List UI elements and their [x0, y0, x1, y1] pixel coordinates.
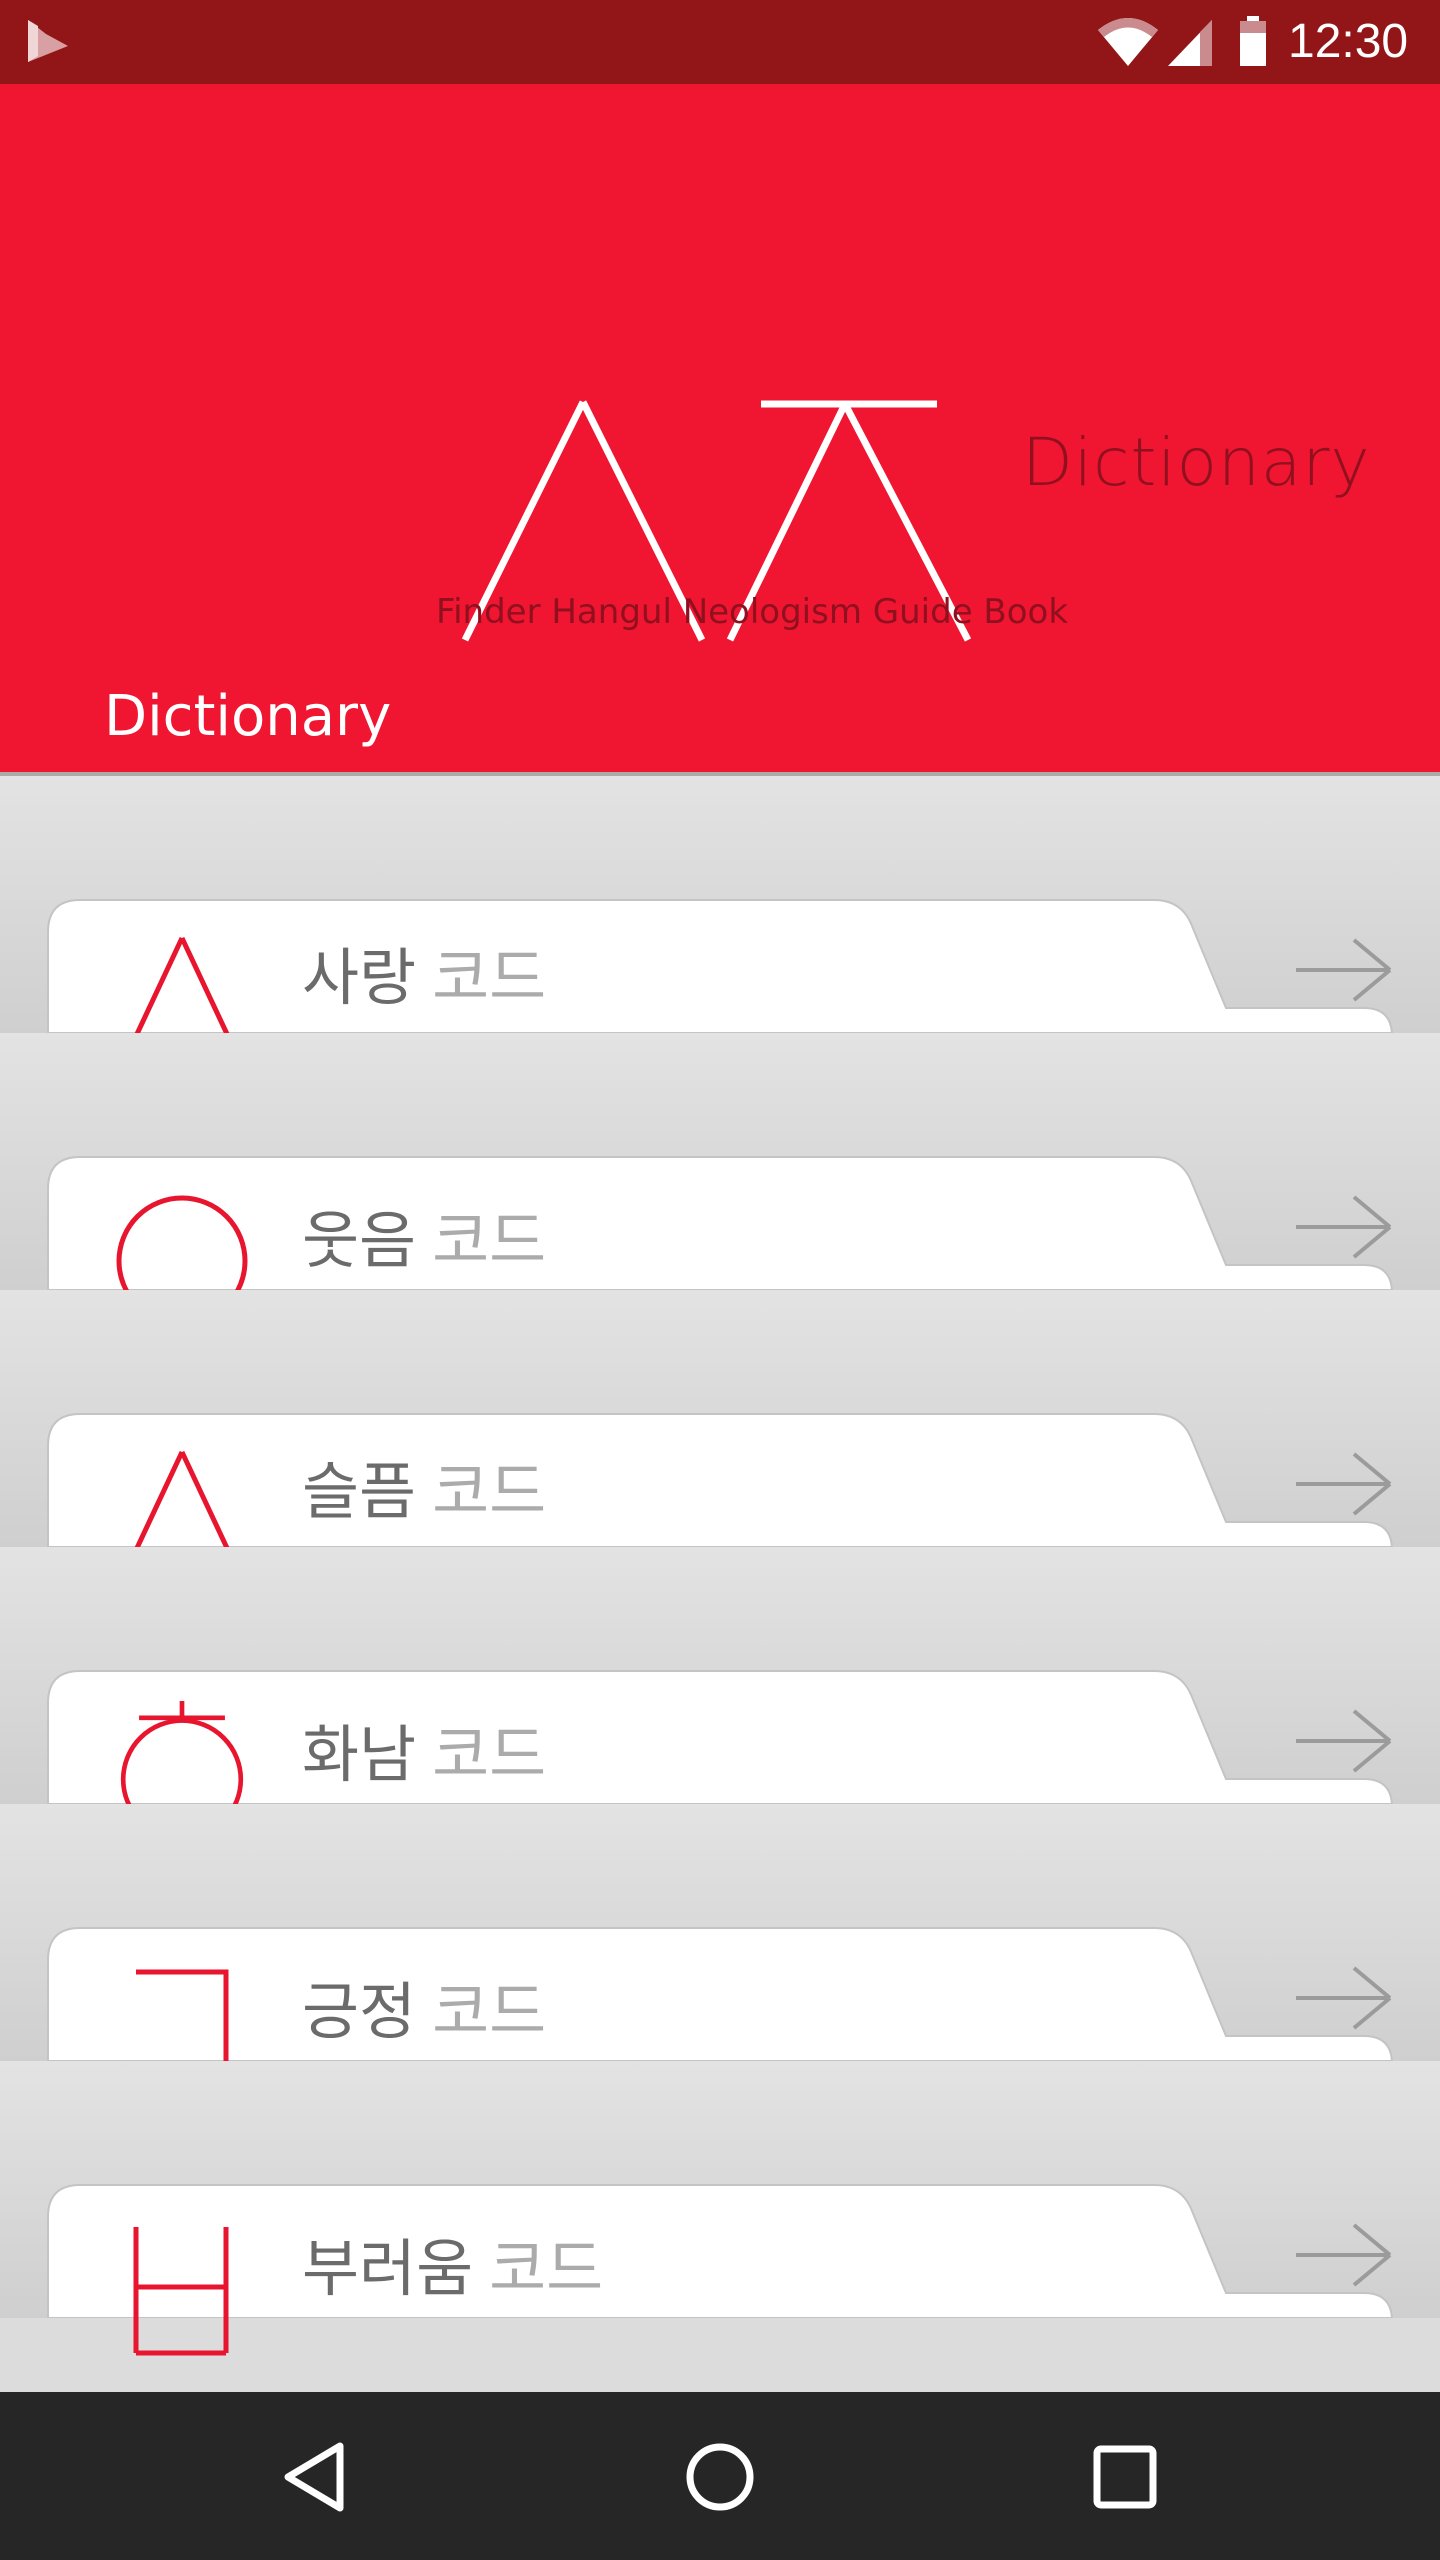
arrow-right-icon[interactable]: [1294, 1966, 1394, 2030]
list-item-suffix: 코드: [432, 1204, 547, 1277]
back-icon[interactable]: [270, 2432, 360, 2522]
list-item-word: 웃음: [302, 1204, 417, 1277]
logo-tagline: Finder Hangul Neologism Guide Book: [436, 592, 1069, 632]
dictionary-list: 사랑 코드 웃음 코드 슬픔 코드 화남 코드 긍정 코드 부러움 코드: [0, 776, 1440, 2392]
app-header: Dictionary Finder Hangul Neologism Guide…: [0, 84, 1440, 774]
status-clock: 12:30: [1288, 15, 1409, 68]
home-icon[interactable]: [675, 2432, 765, 2522]
list-item-suffix: 코드: [432, 941, 547, 1014]
list-item-suffix: 코드: [432, 1975, 547, 2048]
bieup-icon: [133, 2227, 229, 2356]
list-item-word: 부러움: [302, 2232, 474, 2305]
status-bar: 12:30: [0, 0, 1440, 84]
list-item[interactable]: 부러움 코드: [0, 2061, 1440, 2356]
arrow-right-icon[interactable]: [1294, 1195, 1394, 1259]
page-title: Dictionary: [104, 684, 392, 749]
list-item[interactable]: 사랑 코드: [0, 776, 1440, 1068]
arrow-right-icon[interactable]: [1294, 2223, 1394, 2287]
list-item-word: 긍정: [302, 1975, 417, 2048]
app-logo-icon: [28, 20, 68, 62]
list-item[interactable]: 화남 코드: [0, 1547, 1440, 1841]
list-item-suffix: 코드: [489, 2232, 604, 2305]
list-item-word: 슬픔: [302, 1455, 417, 1528]
arrow-right-icon[interactable]: [1294, 1452, 1394, 1516]
list-item-label: 긍정 코드: [302, 1976, 546, 2048]
arrow-right-icon[interactable]: [1294, 938, 1394, 1002]
list-item-label: 슬픔 코드: [302, 1456, 546, 1528]
navigation-bar: [0, 2392, 1440, 2560]
battery-icon: [1240, 16, 1266, 66]
list-item-label: 사랑 코드: [302, 942, 546, 1014]
logo-wordmark: Dictionary: [1022, 424, 1371, 501]
arrow-right-icon[interactable]: [1294, 1709, 1394, 1773]
list-item-suffix: 코드: [432, 1718, 547, 1791]
recents-icon[interactable]: [1080, 2432, 1170, 2522]
list-item-suffix: 코드: [432, 1455, 547, 1528]
list-item-label: 웃음 코드: [302, 1205, 546, 1277]
list-item[interactable]: 긍정 코드: [0, 1804, 1440, 2102]
list-item-label: 부러움 코드: [302, 2233, 603, 2305]
list-item-word: 화남: [302, 1718, 417, 1791]
cell-signal-icon: [1168, 20, 1212, 66]
wifi-icon: [1098, 18, 1158, 66]
list-item-word: 사랑: [302, 941, 417, 1014]
list-item[interactable]: 웃음 코드: [0, 1033, 1440, 1327]
list-item[interactable]: 슬픔 코드: [0, 1290, 1440, 1582]
list-item-label: 화남 코드: [302, 1719, 546, 1791]
